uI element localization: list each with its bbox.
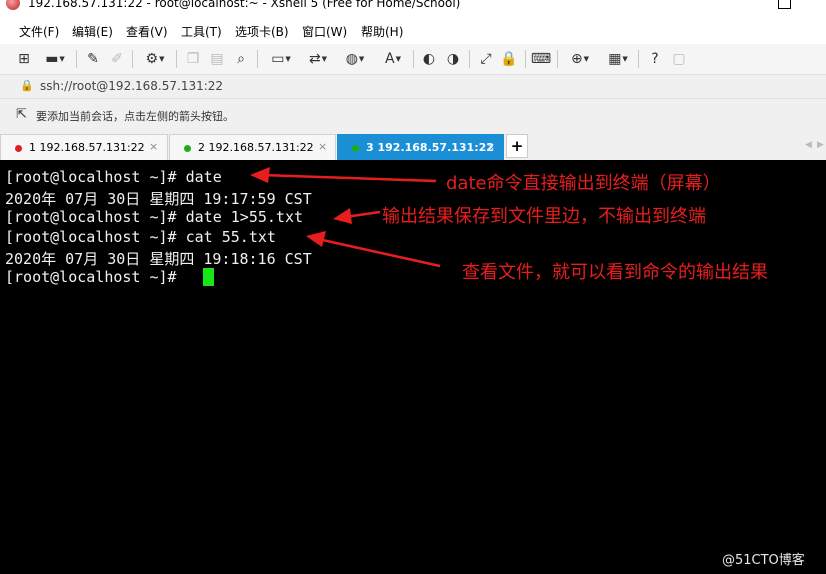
menu-help[interactable]: 帮助(H) xyxy=(361,23,403,40)
annotation-arrowhead-2 xyxy=(333,208,352,224)
globe-icon[interactable]: ◍ ▼ xyxy=(340,50,370,68)
lock-icon[interactable]: 🔒 xyxy=(500,50,518,68)
annotation-view-file: 查看文件，就可以看到命令的输出结果 xyxy=(462,262,768,283)
help-icon[interactable]: ? xyxy=(646,50,664,68)
window-title: 192.168.57.131:22 - root@localhost:~ - X… xyxy=(28,0,461,10)
status-dot xyxy=(184,145,191,152)
address-bar: 🔒 ssh://root@192.168.57.131:22 xyxy=(0,74,826,99)
tab-scroll-left-icon[interactable]: ◀ xyxy=(805,140,812,150)
new-session-icon[interactable]: ⊞ xyxy=(15,50,33,68)
layout-icon[interactable]: ▦ ▼ xyxy=(603,50,633,68)
keyboard-icon[interactable]: ⌨ xyxy=(531,50,551,68)
tab-label: 1 192.168.57.131:22 xyxy=(29,141,145,154)
annotation-date-output: date命令直接输出到终端（屏幕） xyxy=(446,173,721,194)
status-dot xyxy=(352,145,359,152)
reconnect-icon[interactable]: ✎ xyxy=(84,50,102,68)
close-icon[interactable]: × xyxy=(486,140,495,153)
find-icon[interactable]: ⌕ xyxy=(232,50,250,68)
xmanager-icon[interactable]: ◑ xyxy=(444,50,462,68)
xshell-app-icon xyxy=(6,0,20,10)
copy-icon[interactable]: ❐ xyxy=(184,50,202,68)
toolbar: ⊞ ▬ ▼ ✎ ✐ ⚙ ▼ ❐ ▤ ⌕ ▭ ▼ ⇄ ▼ ◍ ▼ A ▼ ◐ ◑ ⤢ 🔒 ⌨ … xyxy=(0,44,826,74)
properties-icon[interactable]: ⚙ ▼ xyxy=(140,50,170,68)
menu-tools[interactable]: 工具(T) xyxy=(181,23,222,40)
paste-icon[interactable]: ▤ xyxy=(208,50,226,68)
tab-bar: 1 192.168.57.131:22 × 2 192.168.57.131:2… xyxy=(0,130,826,160)
tab-label: 2 192.168.57.131:22 xyxy=(198,141,314,154)
status-dot xyxy=(15,145,22,152)
transfer-icon[interactable]: ⇄ ▼ xyxy=(303,50,333,68)
add-session-arrow-icon[interactable]: ⇱ xyxy=(16,107,27,122)
open-folder-icon[interactable]: ▬ ▼ xyxy=(40,50,70,68)
session-address[interactable]: ssh://root@192.168.57.131:22 xyxy=(40,79,223,93)
annotation-arrowhead-3 xyxy=(306,231,326,247)
hint-text: 要添加当前会话，点击左侧的箭头按钮。 xyxy=(36,110,234,123)
tab-label: 3 192.168.57.131:22 xyxy=(366,141,494,154)
terminal-area[interactable]: [root@localhost ~]# date 2020年 07月 30日 星… xyxy=(0,160,826,574)
disconnect-icon[interactable]: ✐ xyxy=(108,50,126,68)
maximize-icon[interactable] xyxy=(778,0,791,9)
lock-icon: 🔒 xyxy=(20,79,34,92)
menu-view[interactable]: 查看(V) xyxy=(126,23,168,40)
tab-session-1[interactable]: 1 192.168.57.131:22 × xyxy=(0,134,168,160)
tab-scroll-right-icon[interactable]: ▶ xyxy=(817,140,824,150)
annotation-redirect-to-file: 输出结果保存到文件里边，不输出到终端 xyxy=(382,206,706,227)
new-tab-icon[interactable]: ⊕ ▼ xyxy=(565,50,595,68)
watermark: @51CTO博客 xyxy=(722,553,805,568)
menu-bar: 文件(F) 编辑(E) 查看(V) 工具(T) 选项卡(B) 窗口(W) 帮助(… xyxy=(0,14,826,44)
annotation-arrow-3 xyxy=(317,237,441,268)
font-icon[interactable]: A ▼ xyxy=(378,50,408,68)
add-tab-button[interactable]: + xyxy=(506,134,528,158)
close-icon[interactable]: × xyxy=(149,140,158,153)
menu-window[interactable]: 窗口(W) xyxy=(302,23,347,40)
print-icon[interactable]: ▭ ▼ xyxy=(266,50,296,68)
fullscreen-icon[interactable]: ⤢ xyxy=(477,50,495,68)
chat-icon[interactable]: ▢ xyxy=(670,50,688,68)
title-bar: 192.168.57.131:22 - root@localhost:~ - X… xyxy=(0,0,826,14)
tab-session-3[interactable]: 3 192.168.57.131:22 × xyxy=(337,134,504,160)
menu-file[interactable]: 文件(F) xyxy=(19,23,59,40)
menu-tabs[interactable]: 选项卡(B) xyxy=(235,23,289,40)
hint-bar: ⇱ 要添加当前会话，点击左侧的箭头按钮。 xyxy=(0,98,826,131)
menu-edit[interactable]: 编辑(E) xyxy=(72,23,113,40)
xftp-icon[interactable]: ◐ xyxy=(420,50,438,68)
annotation-arrowhead-1 xyxy=(250,167,270,183)
tab-session-2[interactable]: 2 192.168.57.131:22 × xyxy=(169,134,336,160)
close-icon[interactable]: × xyxy=(318,140,327,153)
annotation-arrow-1 xyxy=(261,173,437,183)
